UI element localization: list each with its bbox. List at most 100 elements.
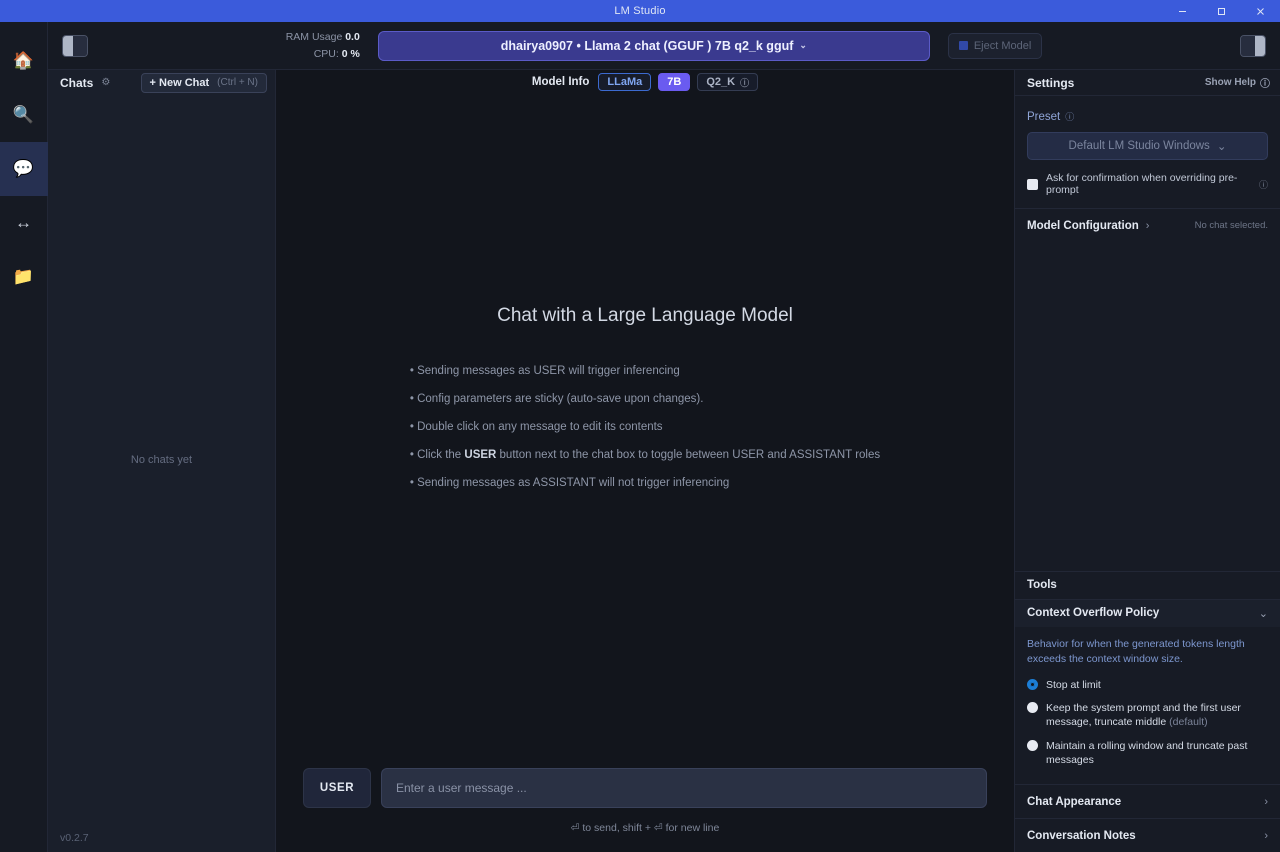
new-chat-label: + New Chat bbox=[149, 76, 210, 89]
arrows-horizontal-icon: ↔ bbox=[15, 213, 32, 232]
rail-item-local-server[interactable]: ↔ bbox=[0, 196, 48, 250]
badge-quantization-text: Q2_K bbox=[706, 76, 736, 88]
minimize-button[interactable] bbox=[1163, 0, 1202, 22]
role-toggle-button[interactable]: USER bbox=[303, 768, 371, 808]
chevron-right-icon: › bbox=[1264, 829, 1268, 842]
confirm-override-row[interactable]: Ask for confirmation when overriding pre… bbox=[1027, 172, 1268, 196]
chevron-down-icon: ⌄ bbox=[799, 40, 807, 50]
radio-indicator[interactable] bbox=[1027, 679, 1038, 691]
radio-indicator[interactable] bbox=[1027, 702, 1038, 714]
radio-label: Maintain a rolling window and truncate p… bbox=[1046, 739, 1248, 766]
eject-model-button[interactable]: Eject Model bbox=[947, 32, 1043, 59]
info-icon: ⓘ bbox=[1258, 179, 1268, 190]
settings-panel: Settings Show Help ⓘ Preset ⓘ Default LM… bbox=[1014, 70, 1280, 852]
preset-select[interactable]: Default LM Studio Windows ⌄ bbox=[1027, 132, 1268, 160]
rail-item-my-models[interactable]: 📁 bbox=[0, 250, 48, 304]
confirm-override-label: Ask for confirmation when overriding pre… bbox=[1046, 172, 1238, 196]
chats-panel: Chats ⚙ + New Chat (Ctrl + N) No chats y… bbox=[48, 70, 276, 852]
tools-section-title: Tools bbox=[1015, 570, 1280, 599]
eject-model-label: Eject Model bbox=[973, 39, 1032, 52]
context-overflow-policy-header[interactable]: Context Overflow Policy ⌄ bbox=[1015, 598, 1280, 627]
tip-emphasis: USER bbox=[464, 448, 497, 461]
info-icon: ⓘ bbox=[1260, 79, 1270, 90]
checkbox-confirm-override[interactable] bbox=[1027, 178, 1038, 190]
model-configuration-row[interactable]: Model Configuration › No chat selected. bbox=[1015, 208, 1280, 242]
context-overflow-policy-title: Context Overflow Policy bbox=[1027, 607, 1160, 620]
page-title: Chat with a Large Language Model bbox=[497, 304, 793, 326]
settings-title: Settings bbox=[1027, 75, 1075, 90]
app-shell: 🏠 🔍 💬 ↔ 📁 RAM Usage 0.0 CPU: 0 % dhairya… bbox=[0, 22, 1280, 852]
toggle-left-panel-icon[interactable] bbox=[62, 34, 88, 57]
model-info-bar: Model Info LLaMa 7B Q2_K ⓘ bbox=[276, 70, 1014, 95]
tip-text: • Sending messages as USER will trigger … bbox=[409, 364, 680, 377]
chats-empty-text: No chats yet bbox=[130, 453, 193, 466]
chevron-right-icon: › bbox=[1145, 219, 1150, 232]
chat-appearance-title: Chat Appearance bbox=[1027, 795, 1122, 808]
toggle-right-panel-icon[interactable] bbox=[1240, 34, 1266, 57]
badge-params-text: 7B bbox=[667, 76, 682, 88]
badge-quantization[interactable]: Q2_K ⓘ bbox=[697, 73, 759, 91]
radio-label-default-tag: (default) bbox=[1169, 716, 1208, 729]
app-version-text: v0.2.7 bbox=[60, 832, 89, 844]
folder-icon: 📁 bbox=[12, 267, 35, 286]
chats-title: Chats bbox=[60, 75, 94, 90]
tip-text: • Click the bbox=[409, 448, 465, 461]
tip-text: • Sending messages as ASSISTANT will not… bbox=[409, 476, 730, 489]
radio-indicator[interactable] bbox=[1027, 739, 1038, 751]
tip-item: • Config parameters are sticky (auto-sav… bbox=[410, 393, 880, 405]
maximize-button[interactable] bbox=[1202, 0, 1241, 22]
new-chat-shortcut: (Ctrl + N) bbox=[217, 77, 258, 88]
tips-list: • Sending messages as USER will trigger … bbox=[410, 365, 880, 489]
preset-block: Preset ⓘ Default LM Studio Windows ⌄ Ask… bbox=[1015, 96, 1280, 208]
toolbar-right-group bbox=[1240, 34, 1266, 57]
rail-item-chat[interactable]: 💬 bbox=[0, 142, 48, 196]
top-toolbar: RAM Usage 0.0 CPU: 0 % dhairya0907 • Lla… bbox=[48, 22, 1280, 70]
rail-item-search[interactable]: 🔍 bbox=[0, 88, 48, 142]
show-help-button[interactable]: Show Help ⓘ bbox=[1205, 75, 1270, 90]
ram-usage-label: RAM Usage bbox=[285, 31, 343, 44]
close-button[interactable] bbox=[1241, 0, 1280, 22]
radio-label: Keep the system prompt and the first use… bbox=[1046, 702, 1241, 729]
model-info-label: Model Info bbox=[531, 76, 590, 88]
chat-appearance-row[interactable]: Chat Appearance › bbox=[1015, 784, 1280, 818]
new-chat-button[interactable]: + New Chat (Ctrl + N) bbox=[140, 72, 267, 93]
radio-option-stop-at-limit[interactable]: Stop at limit bbox=[1027, 678, 1268, 692]
badge-architecture-text: LLaMa bbox=[607, 76, 643, 88]
tip-text-cont: button next to the chat box to toggle be… bbox=[496, 448, 881, 461]
preset-label-row: Preset ⓘ bbox=[1027, 110, 1268, 123]
ram-usage-stat: RAM Usage 0.0 bbox=[286, 29, 360, 45]
rail-item-home[interactable]: 🏠 bbox=[0, 34, 48, 88]
gear-icon[interactable]: ⚙ bbox=[101, 77, 110, 88]
navigation-rail: 🏠 🔍 💬 ↔ 📁 bbox=[0, 22, 48, 852]
context-overflow-description: Behavior for when the generated tokens l… bbox=[1027, 637, 1245, 665]
tip-item: • Click the USER button next to the chat… bbox=[410, 449, 880, 461]
send-hint: ⏎ to send, shift + ⏎ for new line bbox=[570, 822, 720, 834]
radio-label-row: Keep the system prompt and the first use… bbox=[1046, 701, 1268, 729]
model-selector[interactable]: dhairya0907 • Llama 2 chat (GGUF ) 7B q2… bbox=[377, 30, 930, 61]
composer-zone: USER ⏎ to send, shift + ⏎ for new line bbox=[276, 768, 1014, 852]
tip-item: • Double click on any message to edit it… bbox=[410, 421, 880, 433]
context-overflow-policy-body: Behavior for when the generated tokens l… bbox=[1015, 627, 1280, 784]
badge-architecture: LLaMa bbox=[598, 73, 652, 91]
radio-option-truncate-middle[interactable]: Keep the system prompt and the first use… bbox=[1027, 701, 1268, 729]
app-version: v0.2.7 bbox=[48, 824, 275, 852]
tip-text: • Config parameters are sticky (auto-sav… bbox=[409, 392, 704, 405]
tip-item: • Sending messages as USER will trigger … bbox=[410, 365, 880, 377]
chevron-down-icon: ⌄ bbox=[1216, 141, 1227, 153]
window-title-bar: LM Studio bbox=[0, 0, 1280, 22]
message-input[interactable] bbox=[381, 768, 987, 808]
show-help-label: Show Help bbox=[1204, 77, 1256, 88]
chat-empty-body: Chat with a Large Language Model • Sendi… bbox=[276, 95, 1014, 768]
radio-option-rolling-window[interactable]: Maintain a rolling window and truncate p… bbox=[1027, 739, 1268, 767]
search-icon: 🔍 bbox=[12, 105, 35, 124]
cpu-usage-label: CPU: bbox=[313, 47, 339, 60]
model-configuration-note: No chat selected. bbox=[1194, 220, 1268, 231]
model-configuration-title: Model Configuration bbox=[1027, 219, 1139, 232]
cpu-usage-stat: CPU: 0 % bbox=[286, 46, 360, 62]
conversation-notes-row[interactable]: Conversation Notes › bbox=[1015, 818, 1280, 852]
window-controls bbox=[1163, 0, 1280, 22]
home-icon: 🏠 bbox=[12, 51, 35, 70]
tip-item: • Sending messages as ASSISTANT will not… bbox=[410, 477, 880, 489]
preset-selected-value: Default LM Studio Windows bbox=[1068, 140, 1210, 152]
window-title: LM Studio bbox=[614, 5, 666, 17]
